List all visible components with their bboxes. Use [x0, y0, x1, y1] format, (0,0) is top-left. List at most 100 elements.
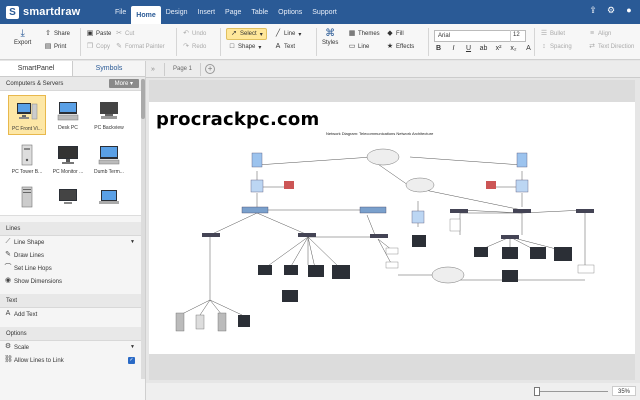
panel-scrollbar[interactable]: [141, 79, 145, 379]
spacing-button[interactable]: ↕ Spacing: [540, 43, 571, 51]
add-text-item[interactable]: A Add Text: [0, 308, 145, 321]
hub-node[interactable]: [370, 234, 388, 238]
zoom-level[interactable]: 35%: [612, 386, 636, 396]
menu-insert[interactable]: Insert: [193, 0, 221, 24]
select-tool[interactable]: ➚ Select ▾: [226, 28, 267, 40]
menu-support[interactable]: Support: [307, 0, 342, 24]
share-icon[interactable]: ⇪: [588, 5, 598, 15]
hub-node[interactable]: [450, 209, 468, 213]
shape-item[interactable]: [8, 181, 46, 211]
underline-icon[interactable]: U: [464, 45, 473, 52]
network-diagram[interactable]: [150, 135, 610, 350]
italic-icon[interactable]: I: [449, 45, 458, 52]
export-button[interactable]: ⤓ Export: [14, 28, 31, 46]
firewall-node[interactable]: [486, 181, 496, 189]
label-box[interactable]: [385, 261, 399, 269]
cloud-node[interactable]: [431, 266, 465, 284]
tab-smartpanel[interactable]: SmartPanel: [0, 61, 73, 76]
zoom-slider-handle[interactable]: [534, 387, 540, 396]
menu-options[interactable]: Options: [273, 0, 307, 24]
hub-node[interactable]: [513, 209, 531, 213]
allow-lines-to-link-item[interactable]: ⛓ Allow Lines to Link ✓: [0, 354, 145, 367]
print-button[interactable]: ▤ Print: [44, 43, 67, 51]
line-shape-item[interactable]: ⟋ Line Shape ▼: [0, 236, 145, 249]
shape-pc-backview[interactable]: PC Backview: [90, 95, 128, 135]
pc-node[interactable]: [474, 247, 488, 257]
app-logo[interactable]: S smartdraw: [6, 5, 96, 19]
pc-node[interactable]: [412, 235, 426, 247]
label-box[interactable]: [385, 247, 399, 255]
themes-button[interactable]: ▦ Themes: [348, 30, 380, 38]
shape-item[interactable]: [49, 181, 87, 211]
pc-node[interactable]: [332, 265, 350, 279]
router-node[interactable]: [411, 210, 425, 224]
pc-node[interactable]: [238, 315, 250, 327]
hub-node[interactable]: [501, 235, 519, 239]
menu-page[interactable]: Page: [220, 0, 246, 24]
strikethrough-icon[interactable]: ab: [479, 45, 488, 52]
pc-node[interactable]: [308, 265, 324, 277]
cut-button[interactable]: ✂ Cut: [115, 30, 134, 38]
cloud-node[interactable]: [405, 177, 435, 193]
shape-pc-monitor[interactable]: PC Monitor ...: [49, 139, 87, 177]
scrollbar-thumb[interactable]: [141, 79, 145, 119]
shape-dumb-terminal[interactable]: Dumb Term...: [90, 139, 128, 177]
fill-button[interactable]: ◆ Fill: [386, 30, 403, 38]
copy-button[interactable]: ❐ Copy: [86, 43, 110, 51]
menu-file[interactable]: File: [110, 0, 131, 24]
effects-button[interactable]: ★ Effects: [386, 43, 414, 51]
tab-symbols[interactable]: Symbols: [73, 61, 145, 76]
bold-icon[interactable]: B: [434, 45, 443, 52]
router-node[interactable]: [515, 179, 529, 193]
user-icon[interactable]: ●: [624, 5, 634, 15]
menu-table[interactable]: Table: [246, 0, 273, 24]
font-size-input[interactable]: 12: [510, 30, 526, 42]
pc-node[interactable]: [554, 247, 572, 261]
server-node[interactable]: [195, 314, 205, 330]
switch-node[interactable]: [241, 206, 269, 214]
settings-icon[interactable]: ⚙: [606, 5, 616, 15]
line-tool[interactable]: ╱ Line ▾: [274, 30, 301, 38]
pc-node[interactable]: [284, 265, 298, 275]
pc-node[interactable]: [258, 265, 272, 275]
shape-pc-tower[interactable]: PC Tower B...: [8, 139, 46, 177]
subscript-icon[interactable]: x₂: [509, 45, 518, 52]
pc-node[interactable]: [282, 290, 298, 302]
firewall-node[interactable]: [284, 181, 294, 189]
text-tool[interactable]: A Text: [274, 43, 295, 51]
checkbox-checked-icon[interactable]: ✓: [128, 357, 135, 364]
pc-node[interactable]: [530, 247, 546, 259]
pc-node[interactable]: [502, 247, 518, 259]
menu-home[interactable]: Home: [131, 6, 161, 24]
switch-node[interactable]: [359, 206, 387, 214]
share-button[interactable]: ⇧ Share: [44, 30, 70, 38]
shape-item[interactable]: [90, 181, 128, 211]
router-node[interactable]: [250, 179, 264, 193]
styles-button[interactable]: ⌘ Styles: [322, 28, 338, 46]
bullet-button[interactable]: ☰ Bullet: [540, 30, 565, 38]
label-box[interactable]: [577, 264, 595, 274]
superscript-icon[interactable]: x²: [494, 45, 503, 52]
pc-node[interactable]: [502, 270, 518, 282]
scale-item[interactable]: ⚙ Scale ▼: [0, 341, 145, 354]
cloud-node[interactable]: [366, 148, 400, 166]
phone-node[interactable]: [516, 152, 528, 168]
server-node[interactable]: [175, 312, 185, 332]
label-box[interactable]: [449, 218, 461, 232]
hub-node[interactable]: [576, 209, 594, 213]
font-color-icon[interactable]: A: [524, 45, 533, 52]
line-style-button[interactable]: ▭ Line: [348, 43, 370, 51]
hub-node[interactable]: [202, 233, 220, 237]
collapse-panel-icon[interactable]: »: [146, 66, 160, 73]
hub-node[interactable]: [298, 233, 316, 237]
zoom-slider-track[interactable]: [536, 391, 608, 392]
shape-pc-front-view[interactable]: PC Front Vi...: [8, 95, 46, 135]
tab-page-1[interactable]: Page 1: [164, 62, 202, 76]
draw-lines-item[interactable]: ✎ Draw Lines: [0, 249, 145, 262]
add-page-icon[interactable]: +: [205, 64, 216, 74]
format-painter-button[interactable]: ✎ Format Painter: [115, 43, 165, 51]
server-node[interactable]: [217, 312, 227, 332]
shape-desk-pc[interactable]: Desk PC: [49, 95, 87, 135]
phone-node[interactable]: [251, 152, 263, 168]
undo-button[interactable]: ↶ Undo: [182, 30, 206, 38]
